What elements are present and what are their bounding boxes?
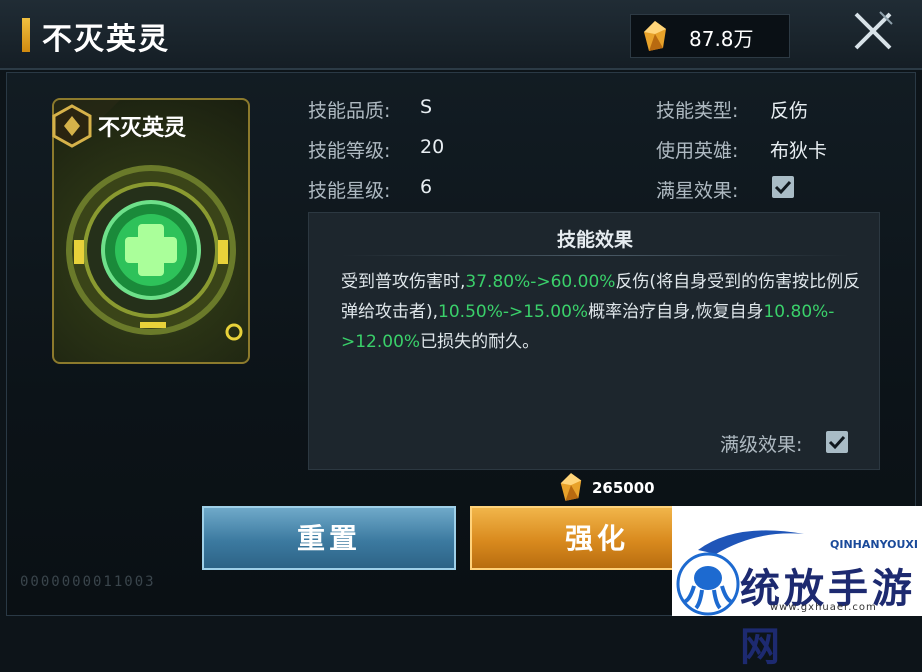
type-label: 技能类型: (656, 100, 739, 122)
checkmark-icon (774, 180, 792, 195)
effect-highlight-1: 37.80%->60.00% (465, 272, 616, 292)
title-accent (22, 18, 30, 52)
star-label: 技能星级: (308, 180, 391, 202)
currency-display: 87.8万 (630, 14, 790, 58)
currency-value: 87.8万 (689, 27, 754, 51)
level-label: 技能等级: (308, 140, 391, 162)
star-value: 6 (420, 176, 433, 198)
page-title: 不灭英灵 (42, 22, 170, 57)
effect-text-4: 已损失的耐久。 (420, 332, 540, 352)
hero-label: 使用英雄: (656, 140, 739, 162)
maxlevel-checkbox[interactable] (826, 431, 848, 453)
hero-value: 布狄卡 (770, 140, 828, 162)
effect-description: 受到普攻伤害时,37.80%->60.00%反伤(将自身受到的伤害按比例反弹给攻… (341, 267, 861, 357)
close-icon[interactable] (850, 8, 896, 54)
effect-text-3: 概率治疗自身,恢复自身 (588, 302, 764, 322)
watermark-octopus-logo (676, 552, 740, 616)
title-bar: 不灭英灵 87.8万 (0, 0, 922, 70)
effect-divider (341, 255, 849, 256)
level-value: 20 (420, 136, 445, 158)
maxlevel-label: 满级效果: (720, 434, 803, 456)
type-value: 反伤 (770, 100, 809, 122)
maxstar-checkbox[interactable] (772, 176, 794, 198)
watermark-brand-cn: 统放手游网 (740, 565, 916, 670)
card-title: 不灭英灵 (98, 115, 187, 141)
hexagon-badge-icon (52, 104, 92, 148)
quality-label: 技能品质: (308, 100, 391, 122)
footer-faint-text: 0000000011003 (20, 574, 156, 590)
quality-value: S (420, 96, 433, 118)
effect-highlight-2: 10.50%->15.00% (438, 302, 589, 322)
reset-button[interactable]: 重置 (202, 506, 456, 570)
maxstar-label: 满星效果: (656, 180, 739, 202)
gold-crystal-icon (644, 21, 666, 51)
checkmark-icon (828, 435, 846, 450)
watermark-url: www.gxhuaer.com (770, 602, 877, 613)
gold-crystal-icon (560, 473, 582, 501)
effect-title: 技能效果 (556, 229, 633, 251)
watermark-brand-en: QINHANYOUXI (830, 538, 919, 551)
upgrade-cost: 265000 (592, 479, 655, 497)
effect-text-1: 受到普攻伤害时, (341, 272, 466, 292)
